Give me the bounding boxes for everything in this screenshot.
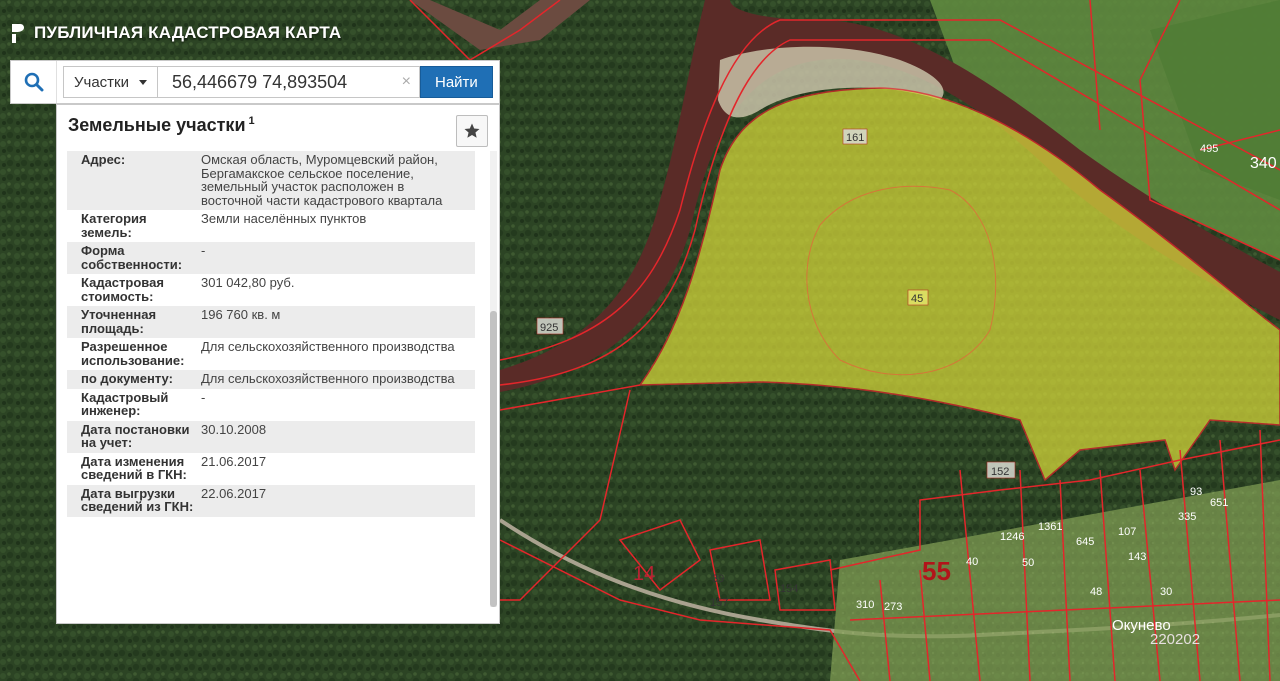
quarter-label: 220202 [1150,631,1200,648]
attribute-value: 196 760 кв. м [201,306,475,338]
attribute-value: 22.06.2017 [201,484,475,517]
attribute-row: Дата постановки на учет: 30.10.2008 [67,420,475,453]
attribute-key: Дата выгрузки сведений из ГКН: [67,484,201,517]
parcel-label: 45 [911,293,923,305]
parcel-label: 39 [712,573,724,585]
parcel-label: 310 [856,599,874,611]
panel-title-text: Земельные участки [68,115,246,135]
search-toggle-button[interactable] [11,61,57,103]
attribute-key: Кадастровый инженер: [81,389,169,418]
attribute-row: по документу: Для сельскохозяйственного п… [67,370,475,389]
parcel-label: 157 [710,597,728,609]
parcel-label: 48 [1090,586,1102,598]
attribute-row: Форма собственности: - [67,242,475,274]
panel-body[interactable]: Адрес: Омская область, Муромцевский район… [67,151,487,607]
parcel-label: 651 [1210,497,1228,509]
parcel-label: 1246 [1000,531,1024,543]
rosreestr-logo-icon[interactable] [10,22,26,44]
parcel-label: 50 [1022,557,1034,569]
parcel-label: 93 [1190,486,1202,498]
attribute-row: Разрешенное использование: Для сельскохоз… [67,338,475,370]
search-input[interactable]: 56,446679 74,893504 × [158,66,420,98]
search-icon [24,72,43,92]
attribute-value: - [201,242,475,274]
panel-header: Земельные участки 1 [57,105,499,151]
attribute-key: Дата изменения сведений в ГКН: [81,453,187,482]
attribute-row: Дата изменения сведений в ГКН: 21.06.2017 [67,453,475,485]
parcel-label: 161 [846,132,864,144]
attribute-value: 21.06.2017 [201,453,267,469]
attribute-key: Разрешенное использование: [81,339,185,368]
attribute-value: Для сельскохозяйственного производства [201,339,455,354]
app-title: ПУБЛИЧНАЯ КАДАСТРОВАЯ КАРТА [34,23,342,42]
attribute-row: Кадастровая стоимость: 301 042,80 руб. [67,274,475,306]
panel-scrollbar[interactable] [490,151,497,607]
scroll-thumb[interactable] [490,311,497,607]
result-count: 1 [248,115,255,127]
parcel-label: 14 [633,563,655,585]
attribute-value: Земли населённых пунктов [201,211,367,226]
search-bar: Участки 56,446679 74,893504 × Найти [10,60,500,104]
parcel-label: 107 [1118,526,1136,538]
parcel-label: 273 [884,601,902,613]
attribute-row: Кадастровый инженер: - [67,389,475,421]
parcel-label: 495 [1200,143,1218,155]
parcel-label: 154 [780,583,798,595]
attribute-key: Адрес: [67,151,201,210]
attribute-row: Дата выгрузки сведений из ГКН: 22.06.2017 [67,484,475,517]
attribute-key: Форма собственности: [67,242,201,274]
attribute-value: 301 042,80 руб. [201,275,295,290]
find-button[interactable]: Найти [420,66,493,98]
search-query: 56,446679 74,893504 [172,71,348,92]
attributes-table: Адрес: Омская область, Муромцевский район… [67,151,475,517]
parcel-label: 152 [991,466,1009,478]
search-type-select[interactable]: Участки [63,66,158,98]
parcel-label: 340 [1250,155,1277,172]
attribute-key: Дата постановки на учет: [67,420,201,453]
attribute-value: 30.10.2008 [201,420,475,453]
parcel-label: 143 [1128,551,1146,563]
parcel-label: 40 [966,556,978,568]
parcel-label: 55 [922,556,951,586]
panel-title: Земельные участки 1 [68,115,255,136]
attribute-key: по документу: [67,370,201,389]
attribute-value: Для сельскохозяйственного производства [201,370,475,389]
parcel-label: 1361 [1038,521,1062,533]
attribute-row: Категория земель: Земли населённых пункто… [67,210,475,242]
favorite-button[interactable] [456,115,488,147]
attribute-value: - [201,389,206,405]
search-type-label: Участки [74,73,129,91]
info-panel: Земельные участки 1 Адрес: Омская область,… [56,104,500,624]
chevron-down-icon [139,79,147,85]
star-icon [464,123,480,138]
app-header: ПУБЛИЧНАЯ КАДАСТРОВАЯ КАРТА [10,20,341,46]
close-icon[interactable]: × [402,73,411,91]
attribute-key: Кадастровая стоимость: [81,275,164,304]
parcel-label: 30 [1160,586,1172,598]
attribute-row: Адрес: Омская область, Муромцевский район… [67,151,475,210]
attribute-key: Уточненная площадь: [67,306,201,338]
parcel-label: 645 [1076,536,1094,548]
parcel-label: 925 [540,322,558,334]
attribute-row: Уточненная площадь: 196 760 кв. м [67,306,475,338]
attribute-key: Категория земель: [81,211,147,240]
attribute-value: Омская область, Муромцевский район, Берг… [201,151,475,210]
parcel-label: 335 [1178,511,1196,523]
